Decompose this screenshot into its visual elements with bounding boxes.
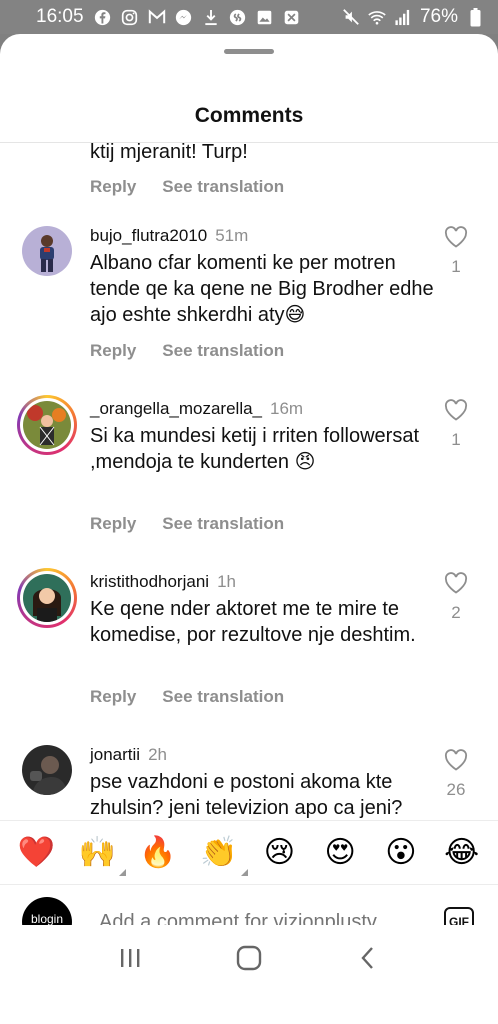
- emoji-heart-eyes[interactable]: 😍: [317, 835, 363, 870]
- comments-sheet: Comments ktij mjeranit! Turp! Reply See t…: [0, 34, 498, 1024]
- system-nav-bar: [0, 925, 498, 990]
- comment-header: bujo_flutra2010 51m: [90, 226, 248, 246]
- heart-icon[interactable]: [444, 399, 468, 425]
- battery-icon: [466, 7, 484, 26]
- emoji-fire[interactable]: 🔥: [135, 835, 181, 870]
- emoji-quick-bar: ❤️ 🙌 🔥 👏 😢 😍 😮 😂: [0, 820, 498, 884]
- like-control: 26: [442, 749, 470, 800]
- emoji-red-heart[interactable]: ❤️: [13, 835, 59, 870]
- sheet-title: Comments: [194, 104, 304, 127]
- emoji-tears-of-joy[interactable]: 😂: [439, 835, 485, 870]
- heart-icon[interactable]: [444, 749, 468, 775]
- comment-actions: Reply See translation: [90, 177, 284, 197]
- shazam-icon: [229, 8, 247, 26]
- x-icon: [283, 8, 301, 26]
- comment-header: _orangella_mozarella_ 16m: [90, 399, 303, 419]
- facebook-icon: [94, 8, 112, 26]
- avatar: [23, 574, 71, 622]
- reply-button[interactable]: Reply: [90, 687, 136, 706]
- status-notification-icons: [94, 8, 301, 26]
- comment-text: Albano cfar komenti ke per motren tende …: [90, 252, 434, 326]
- avatar[interactable]: [22, 226, 72, 276]
- mute-icon: [342, 8, 360, 26]
- comment-time: 51m: [215, 226, 249, 245]
- like-control: 1: [442, 399, 470, 450]
- avatar-story-ring[interactable]: [17, 395, 77, 455]
- drag-handle[interactable]: [224, 49, 274, 54]
- comment-actions: Reply See translation: [90, 687, 284, 707]
- comments-list[interactable]: ktij mjeranit! Turp! Reply See translatio…: [0, 143, 498, 820]
- comment-text: Ke qene nder aktoret me te mire te komed…: [90, 598, 416, 646]
- heart-icon[interactable]: [444, 572, 468, 598]
- see-translation-button[interactable]: See translation: [162, 687, 284, 706]
- comment-text: Si ka mundesi ketij i rriten followersat…: [90, 425, 420, 473]
- gallery-icon: [256, 8, 274, 26]
- reply-button[interactable]: Reply: [90, 341, 136, 360]
- like-count: 26: [446, 780, 466, 799]
- comment-header: jonartii 2h: [90, 745, 167, 765]
- see-translation-button[interactable]: See translation: [162, 514, 284, 533]
- reply-button[interactable]: Reply: [90, 177, 136, 196]
- back-icon[interactable]: [348, 938, 388, 978]
- comment-time: 16m: [270, 399, 304, 418]
- signal-icon: [394, 8, 412, 26]
- status-time: 16:05: [36, 6, 84, 27]
- avatar[interactable]: [22, 745, 72, 795]
- battery-percentage: 76%: [419, 6, 458, 27]
- comment-text: pse vazhdoni e postoni akoma kte zhulsin…: [90, 771, 403, 819]
- status-bar: 16:05 76%: [0, 0, 498, 34]
- avatar-story-ring[interactable]: [17, 568, 77, 628]
- gmail-icon: [148, 8, 166, 26]
- comment-username[interactable]: bujo_flutra2010: [90, 226, 207, 245]
- home-icon[interactable]: [229, 938, 269, 978]
- reply-button[interactable]: Reply: [90, 514, 136, 533]
- comment-time: 2h: [148, 745, 168, 764]
- see-translation-button[interactable]: See translation: [162, 177, 284, 196]
- emoji-raising-hands[interactable]: 🙌: [74, 835, 127, 876]
- comment-time: 1h: [217, 572, 236, 591]
- instagram-icon: [121, 8, 139, 26]
- emoji-open-mouth[interactable]: 😮: [378, 835, 424, 870]
- wifi-icon: [368, 8, 386, 26]
- heart-icon[interactable]: [444, 226, 468, 252]
- like-count: 1: [451, 430, 461, 449]
- see-translation-button[interactable]: See translation: [162, 341, 284, 360]
- download-icon: [202, 8, 220, 26]
- messenger-icon: [175, 8, 193, 26]
- like-count: 2: [451, 603, 461, 622]
- status-system-icons: 76%: [342, 6, 484, 28]
- comment-username[interactable]: kristithodhorjani: [90, 572, 209, 591]
- comment-username[interactable]: _orangella_mozarella_: [90, 399, 262, 418]
- comment-header: kristithodhorjani 1h: [90, 572, 236, 592]
- emoji-crying-face[interactable]: 😢: [256, 835, 302, 870]
- avatar: [23, 401, 71, 449]
- like-count: 1: [451, 257, 461, 276]
- emoji-clapping-hands[interactable]: 👏: [196, 835, 248, 876]
- comment-actions: Reply See translation: [90, 341, 284, 361]
- like-control: 2: [442, 572, 470, 623]
- comment-text: ktij mjeranit! Turp!: [90, 143, 248, 163]
- recent-apps-icon[interactable]: [110, 938, 150, 978]
- comment-actions: Reply See translation: [90, 514, 284, 534]
- own-avatar-label: blogin: [30, 912, 64, 926]
- like-control: 1: [442, 226, 470, 277]
- comment-username[interactable]: jonartii: [90, 745, 140, 764]
